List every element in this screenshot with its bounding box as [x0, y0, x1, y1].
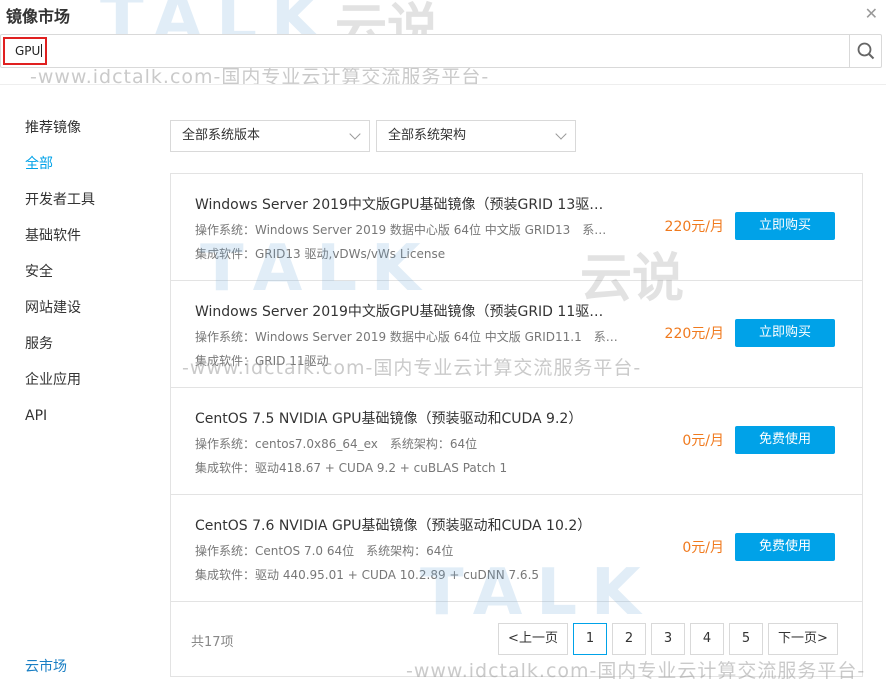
product-os: 操作系统：Windows Server 2019 数据中心版 64位 中文版 G… [195, 330, 618, 344]
sidebar-item-developer-tools[interactable]: 开发者工具 [25, 190, 145, 226]
os-arch-select-value: 全部系统架构 [388, 128, 467, 143]
free-use-button[interactable]: 免费使用 [735, 533, 835, 561]
product-card: Windows Server 2019中文版GPU基础镜像（预装GRID 13驱… [171, 174, 862, 281]
product-price: 220元/月 [664, 219, 724, 235]
category-sidebar: 推荐镜像 全部 开发者工具 基础软件 安全 网站建设 服务 企业应用 API [25, 118, 145, 442]
sidebar-item-api[interactable]: API [25, 406, 145, 442]
product-software: 集成软件：驱动418.67 + CUDA 9.2 + cuBLAS Patch … [195, 461, 508, 475]
product-title[interactable]: CentOS 7.6 NVIDIA GPU基础镜像（预装驱动和CUDA 10.2… [195, 515, 591, 535]
search-input[interactable]: GPU [3, 37, 47, 65]
chevron-down-icon [555, 128, 567, 140]
sidebar-item-security[interactable]: 安全 [25, 262, 145, 298]
sidebar-item-basic-software[interactable]: 基础软件 [25, 226, 145, 262]
product-software: 集成软件：驱动 440.95.01 + CUDA 10.2.89 + cuDNN… [195, 568, 540, 582]
product-os: 操作系统：CentOS 7.0 64位 系统架构：64位 [195, 544, 454, 558]
sidebar-item-all[interactable]: 全部 [25, 154, 145, 190]
search-input-value: GPU [15, 44, 41, 58]
product-card: CentOS 7.6 NVIDIA GPU基础镜像（预装驱动和CUDA 10.2… [171, 495, 862, 602]
pagination: 共17项 <上一页 1 2 3 4 5 下一页> [171, 602, 862, 676]
search-button[interactable] [849, 35, 881, 67]
product-list: Windows Server 2019中文版GPU基础镜像（预装GRID 13驱… [170, 173, 863, 677]
chevron-down-icon [349, 128, 361, 140]
page-button-2[interactable]: 2 [612, 623, 646, 655]
os-version-select[interactable]: 全部系统版本 [170, 120, 370, 152]
product-software: 集成软件：GRID13 驱动,vDWs/vWs License [195, 247, 446, 261]
search-icon [857, 42, 874, 60]
next-page-button[interactable]: 下一页> [768, 623, 838, 655]
page-button-5[interactable]: 5 [729, 623, 763, 655]
page-button-4[interactable]: 4 [690, 623, 724, 655]
page-button-3[interactable]: 3 [651, 623, 685, 655]
product-os: 操作系统：centos7.0x86_64_ex 系统架构：64位 [195, 437, 478, 451]
sidebar-item-enterprise-apps[interactable]: 企业应用 [25, 370, 145, 406]
sidebar-item-website-building[interactable]: 网站建设 [25, 298, 145, 334]
product-price: 220元/月 [664, 326, 724, 342]
header-divider [0, 84, 886, 85]
product-os: 操作系统：Windows Server 2019 数据中心版 64位 中文版 G… [195, 223, 607, 237]
prev-page-button[interactable]: <上一页 [498, 623, 568, 655]
free-use-button[interactable]: 免费使用 [735, 426, 835, 454]
os-arch-select[interactable]: 全部系统架构 [376, 120, 576, 152]
buy-now-button[interactable]: 立即购买 [735, 319, 835, 347]
sidebar-item-recommended[interactable]: 推荐镜像 [25, 118, 145, 154]
product-card: Windows Server 2019中文版GPU基础镜像（预装GRID 11驱… [171, 281, 862, 388]
os-version-select-value: 全部系统版本 [182, 128, 261, 143]
product-title[interactable]: Windows Server 2019中文版GPU基础镜像（预装GRID 11驱… [195, 301, 603, 321]
dialog-title: 镜像市场 [6, 7, 71, 26]
sidebar-item-services[interactable]: 服务 [25, 334, 145, 370]
dialog-titlebar: 镜像市场 ✕ [0, 0, 886, 30]
product-price: 0元/月 [682, 433, 724, 449]
close-icon[interactable]: ✕ [865, 4, 878, 23]
product-card: CentOS 7.5 NVIDIA GPU基础镜像（预装驱动和CUDA 9.2）… [171, 388, 862, 495]
total-count: 共17项 [191, 635, 234, 650]
product-price: 0元/月 [682, 540, 724, 556]
product-title[interactable]: CentOS 7.5 NVIDIA GPU基础镜像（预装驱动和CUDA 9.2） [195, 408, 582, 428]
search-bar: GPU [0, 34, 882, 68]
page-button-1[interactable]: 1 [573, 623, 607, 655]
product-software: 集成软件：GRID 11驱动 [195, 354, 329, 368]
cloud-market-link[interactable]: 云市场 [25, 656, 67, 676]
buy-now-button[interactable]: 立即购买 [735, 212, 835, 240]
product-title[interactable]: Windows Server 2019中文版GPU基础镜像（预装GRID 13驱… [195, 194, 603, 214]
